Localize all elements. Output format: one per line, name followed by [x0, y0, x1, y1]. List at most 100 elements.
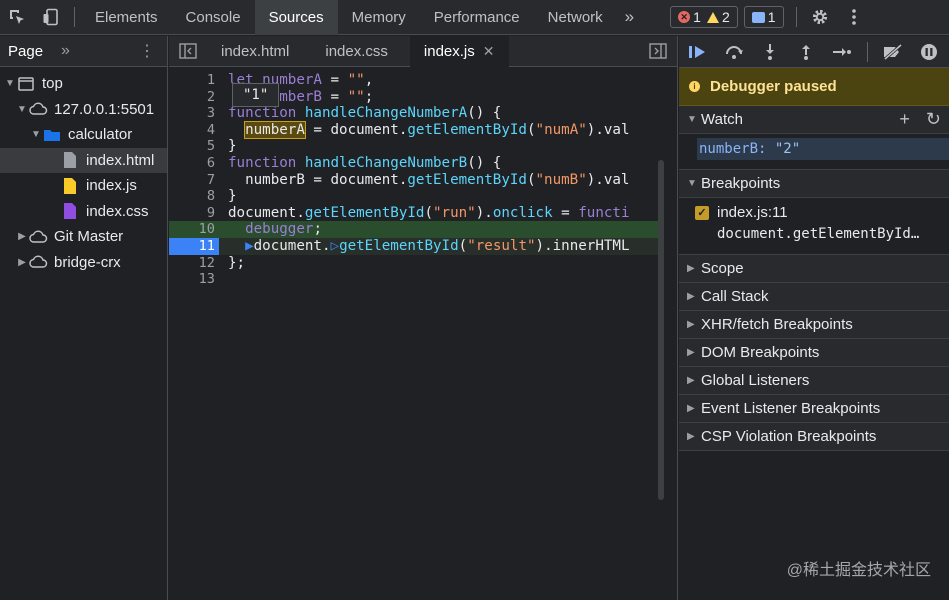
watch-value: "2"	[774, 141, 801, 157]
breakpoints-list: ✓ index.js:11 document.getElementById…	[679, 198, 949, 255]
tab-elements[interactable]: Elements	[81, 0, 172, 35]
tree-item-index-css[interactable]: index.css	[0, 199, 167, 225]
line-number[interactable]: 4	[169, 122, 219, 139]
folder-icon	[42, 127, 62, 143]
code-line-breakpoint[interactable]: 11 ▶document.▷getElementById("result").i…	[169, 237, 660, 255]
section-watch[interactable]: ▼ Watch + ↻	[679, 106, 949, 134]
breakpoint-marker[interactable]: 11	[169, 237, 219, 255]
device-toolbar-icon[interactable]	[34, 0, 68, 35]
line-number[interactable]: 13	[169, 271, 219, 288]
tree-item-index-js[interactable]: index.js	[0, 173, 167, 199]
code-line[interactable]: 4 numberA = document.getElementById("num…	[169, 120, 660, 139]
section-global-listeners[interactable]: ▶ Global Listeners	[679, 367, 949, 395]
tab-index-css[interactable]: index.css	[303, 36, 410, 67]
tree-item-git-master[interactable]: ▶ Git Master	[0, 224, 167, 250]
breakpoint-item[interactable]: ✓ index.js:11	[695, 204, 949, 221]
tab-console[interactable]: Console	[172, 0, 255, 35]
tree-item-label: bridge-crx	[54, 253, 121, 271]
cloud-icon	[28, 229, 48, 245]
line-number[interactable]: 10	[169, 221, 219, 238]
code-text: debugger;	[245, 221, 322, 238]
section-call-stack[interactable]: ▶ Call Stack	[679, 283, 949, 311]
section-event-listener-breakpoints[interactable]: ▶ Event Listener Breakpoints	[679, 395, 949, 423]
line-number[interactable]: 2	[169, 89, 219, 106]
code-line[interactable]: 9 document.getElementById("run").onclick …	[169, 205, 660, 222]
code-text: document.getElementById("run").onclick =…	[228, 204, 630, 221]
toggle-navigator-icon[interactable]	[169, 36, 207, 67]
tab-index-html[interactable]: index.html	[207, 36, 303, 67]
deactivate-breakpoints-icon[interactable]	[882, 41, 904, 63]
expanded-arrow-icon[interactable]: ▼	[16, 104, 28, 115]
line-number[interactable]: 7	[169, 172, 219, 189]
code-line[interactable]: 13	[169, 271, 660, 288]
line-number[interactable]: 9	[169, 205, 219, 222]
code-line[interactable]: 5}	[169, 138, 660, 155]
section-breakpoints[interactable]: ▼ Breakpoints	[679, 170, 949, 198]
tree-item-bridge-crx[interactable]: ▶ bridge-crx	[0, 250, 167, 276]
more-navigators-icon[interactable]: »	[61, 42, 70, 60]
tree-item-top[interactable]: ▼ top	[0, 71, 167, 97]
tab-index-js[interactable]: index.js ✕	[409, 35, 509, 67]
collapsed-arrow-icon[interactable]: ▶	[16, 257, 28, 268]
editor-scrollbar[interactable]	[658, 160, 664, 500]
breakpoint-location: index.js:11	[717, 204, 788, 221]
breakpoint-code: document.getElementById…	[717, 226, 920, 242]
tree-item-localhost[interactable]: ▼ 127.0.0.1:5501	[0, 97, 167, 123]
section-dom-breakpoints[interactable]: ▶ DOM Breakpoints	[679, 339, 949, 367]
paused-text: Debugger paused	[710, 78, 837, 95]
resume-icon[interactable]	[687, 41, 709, 63]
refresh-icon[interactable]: ↻	[926, 109, 941, 130]
step-into-icon[interactable]	[759, 41, 781, 63]
add-watch-icon[interactable]: +	[899, 109, 910, 130]
messages-counter[interactable]: 1	[743, 6, 784, 28]
tree-item-label: calculator	[68, 126, 133, 144]
collapsed-arrow-icon: ▶	[687, 263, 695, 274]
tab-label: index.js	[423, 42, 475, 60]
value-tooltip: "1"	[232, 83, 280, 107]
pause-on-exceptions-icon[interactable]	[918, 41, 940, 63]
tab-performance[interactable]: Performance	[420, 0, 534, 35]
section-scope[interactable]: ▶ Scope	[679, 255, 949, 283]
section-csp-violation-breakpoints[interactable]: ▶ CSP Violation Breakpoints	[679, 423, 949, 451]
line-number[interactable]: 8	[169, 188, 219, 205]
code-line[interactable]: 7 numberB = document.getElementById("num…	[169, 172, 660, 189]
line-number[interactable]: 5	[169, 138, 219, 155]
tree-item-calculator[interactable]: ▼ calculator	[0, 122, 167, 148]
line-number[interactable]: 3	[169, 105, 219, 122]
tab-network[interactable]: Network	[534, 0, 617, 35]
code-line[interactable]: 6 function handleChangeNumberB() {	[169, 155, 660, 172]
tab-sources[interactable]: Sources	[254, 0, 338, 35]
step-out-icon[interactable]	[795, 41, 817, 63]
settings-gear-icon[interactable]	[803, 0, 837, 35]
tab-memory[interactable]: Memory	[338, 0, 420, 35]
debugger-sidebar: i Debugger paused ▼ Watch + ↻ numberB: "…	[679, 36, 949, 600]
collapsed-arrow-icon[interactable]: ▶	[16, 231, 28, 242]
line-number[interactable]: 1	[169, 72, 219, 89]
issues-counter[interactable]: ✕ 1 2	[670, 6, 738, 28]
line-number[interactable]: 6	[169, 155, 219, 172]
more-tabs-icon[interactable]: »	[617, 7, 642, 27]
navigator-menu-icon[interactable]: ⋮	[139, 41, 155, 61]
toggle-debugger-icon[interactable]	[639, 36, 677, 67]
tree-item-index-html[interactable]: index.html	[0, 147, 167, 173]
expanded-arrow-icon[interactable]: ▼	[30, 129, 42, 140]
step-icon[interactable]	[831, 41, 853, 63]
step-over-icon[interactable]	[723, 41, 745, 63]
expanded-arrow-icon[interactable]: ▼	[4, 78, 16, 89]
code-content[interactable]: 1 let numberA = "", 2 numberB = ""; 3 func…	[169, 72, 660, 336]
line-number[interactable]: 12	[169, 255, 219, 272]
watch-entry[interactable]: numberB: "2"	[697, 138, 949, 160]
code-line[interactable]: 8}	[169, 188, 660, 205]
code-line[interactable]: 12};	[169, 255, 660, 272]
kebab-menu-icon[interactable]	[837, 0, 871, 35]
section-title: Scope	[701, 260, 744, 277]
close-tab-icon[interactable]: ✕	[483, 43, 495, 60]
code-text: function handleChangeNumberB() {	[228, 154, 502, 171]
code-line-debugger[interactable]: 10 debugger;	[169, 221, 660, 238]
breakpoint-checkbox[interactable]: ✓	[695, 205, 709, 220]
tab-page[interactable]: Page	[8, 43, 43, 60]
inspect-element-icon[interactable]	[0, 0, 34, 35]
section-xhr-breakpoints[interactable]: ▶ XHR/fetch Breakpoints	[679, 311, 949, 339]
code-line[interactable]: 3 function handleChangeNumberA() {	[169, 105, 660, 122]
